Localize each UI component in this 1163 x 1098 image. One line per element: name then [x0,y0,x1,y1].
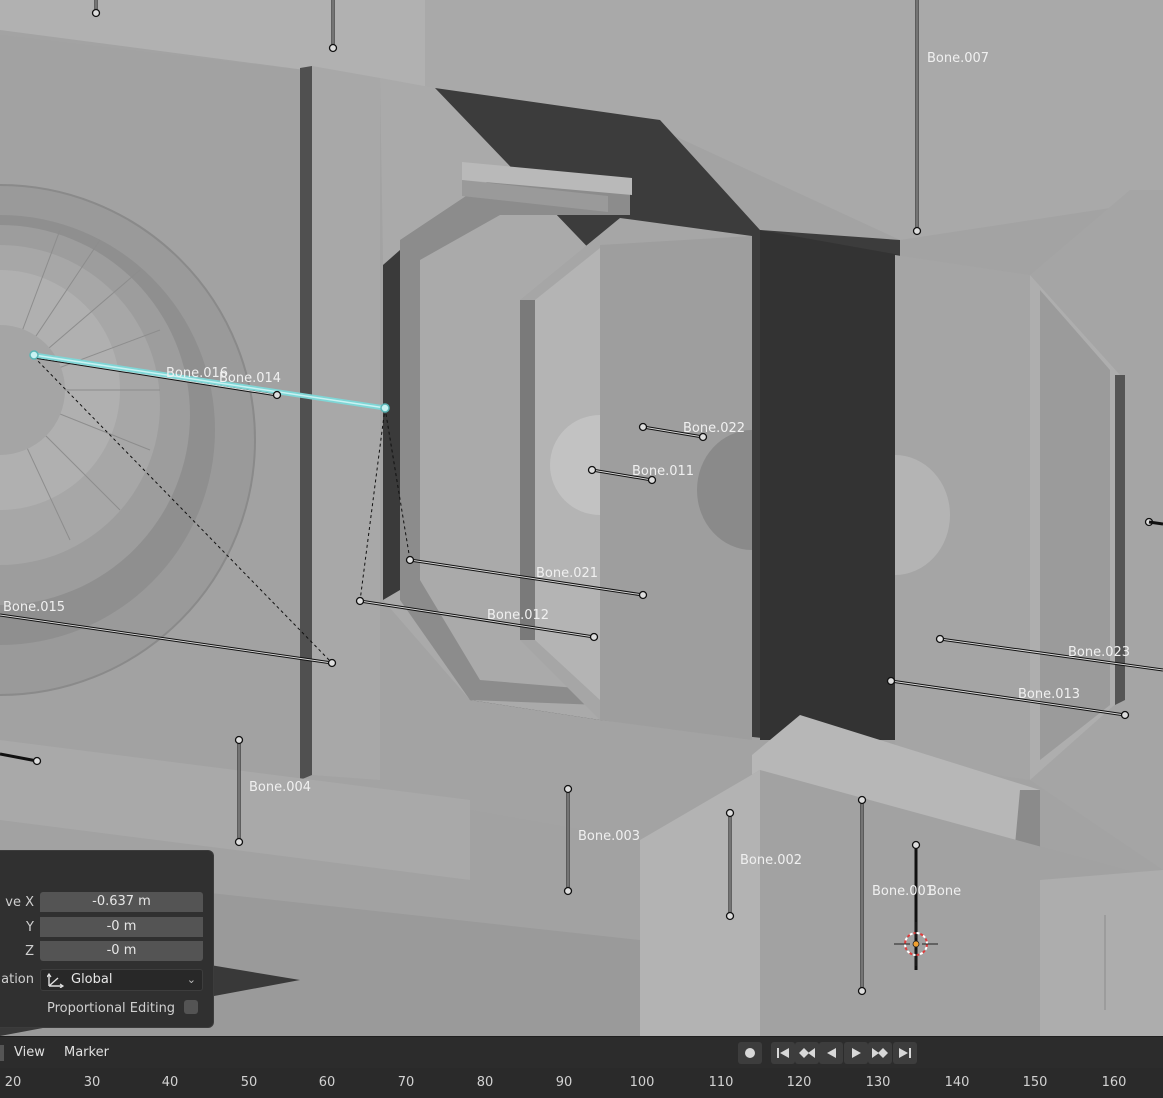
frame-tick: 70 [397,1075,415,1090]
transform-orientation-icon [46,972,65,995]
frame-tick: 80 [476,1075,494,1090]
jump-end-icon[interactable] [893,1042,917,1064]
orientation-dropdown[interactable]: Global ⌄ [40,969,203,991]
frame-tick: 60 [318,1075,336,1090]
frame-tick: 160 [1101,1075,1127,1090]
frame-tick: 140 [944,1075,970,1090]
record-icon[interactable] [738,1042,762,1064]
editor-type-icon[interactable] [0,1045,4,1061]
bone-label: Bone.012 [487,608,549,623]
move-x-row: ve X -0.637 m [0,892,214,914]
bone-label: Bone.002 [740,853,802,868]
adjust-last-operation-panel: ve X -0.637 m Y -0 m Z -0 m ation Global… [0,850,214,1028]
bone-label: Bone.013 [1018,687,1080,702]
move-z-row: Z -0 m [0,941,214,963]
frame-tick: 40 [161,1075,179,1090]
bone-label: Bone.004 [249,780,311,795]
menu-view[interactable]: View [14,1045,45,1060]
move-z-label: Z [25,944,34,959]
frame-tick: 30 [83,1075,101,1090]
frame-tick: 120 [786,1075,812,1090]
bone-label: Bone.021 [536,566,598,581]
frame-ruler[interactable]: 20 30 40 50 60 70 80 90 100 110 120 130 … [0,1068,1163,1098]
proportional-editing-label: Proportional Editing [47,1001,176,1016]
move-y-field[interactable]: -0 m [40,917,203,937]
move-x-field[interactable]: -0.637 m [40,892,203,912]
bone-label: Bone.015 [3,600,65,615]
timeline-header: View Marker [0,1036,1163,1068]
proportional-editing-checkbox[interactable] [184,1000,198,1014]
bone-label: Bone.014 [219,371,281,386]
chevron-down-icon: ⌄ [186,973,196,986]
frame-tick: 50 [240,1075,258,1090]
move-y-label: Y [26,920,34,935]
frame-tick: 130 [865,1075,891,1090]
bone-label: Bone.003 [578,829,640,844]
orientation-label: ation [1,972,34,987]
play-reverse-icon[interactable] [819,1042,843,1064]
bone-label: Bone.022 [683,421,745,436]
move-x-label: ve X [5,895,34,910]
bone-label: Bone.001 [872,884,934,899]
menu-marker[interactable]: Marker [64,1045,109,1060]
frame-tick: 100 [629,1075,655,1090]
frame-tick: 20 [4,1075,22,1090]
move-y-row: Y -0 m [0,917,214,939]
frame-tick: 110 [708,1075,734,1090]
prev-keyframe-icon[interactable] [795,1042,819,1064]
frame-tick: 90 [555,1075,573,1090]
frame-tick: 150 [1022,1075,1048,1090]
next-keyframe-icon[interactable] [868,1042,892,1064]
orientation-row: ation Global ⌄ [0,969,214,991]
move-z-field[interactable]: -0 m [40,941,203,961]
bone-label: Bone [928,884,961,899]
bone-label: Bone.023 [1068,645,1130,660]
jump-start-icon[interactable] [771,1042,795,1064]
bone-label: Bone.007 [927,51,989,66]
play-icon[interactable] [844,1042,868,1064]
bone-label: Bone.011 [632,464,694,479]
orientation-value: Global [71,972,113,987]
